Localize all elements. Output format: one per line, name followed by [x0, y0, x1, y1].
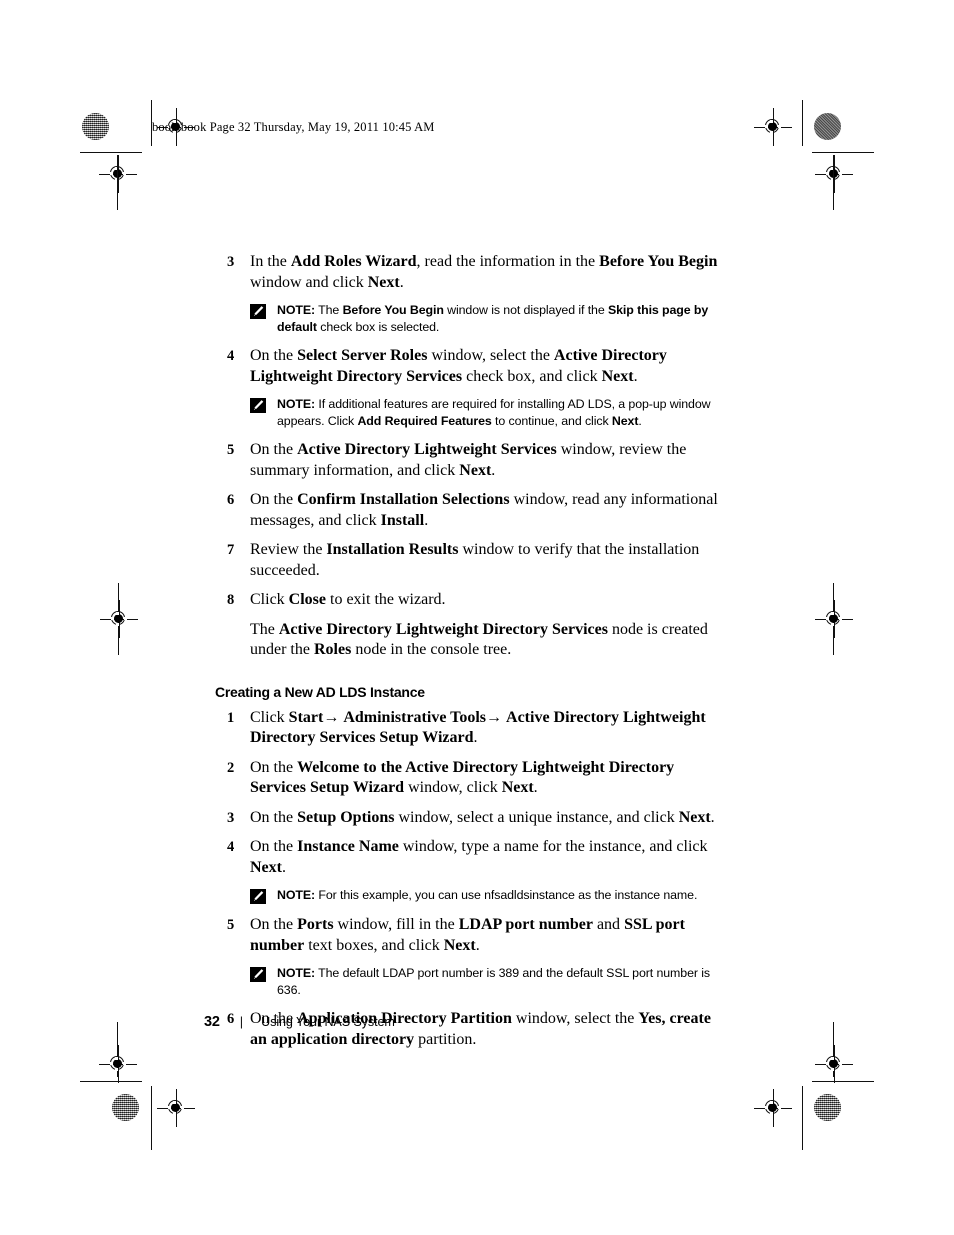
registration-target-lower-left-inner [99, 1045, 137, 1083]
step-number: 4 [227, 348, 235, 364]
step-number: 3 [227, 809, 235, 826]
note-body: NOTE: For this example, you can use nfsa… [277, 887, 725, 904]
step-text: In the Add Roles Wizard, read the inform… [250, 253, 718, 291]
step-number: 7 [227, 542, 235, 558]
pencil-icon [250, 967, 266, 982]
reg-rule-bottom-left-horizontal [80, 1081, 142, 1082]
step-text: Click Close to exit the wizard. [250, 591, 446, 608]
step-number: 6 [227, 492, 235, 508]
note-body: NOTE: The default LDAP port number is 38… [277, 965, 725, 998]
reg-rule-upper-left-stem [117, 155, 118, 210]
step-number: 5 [227, 917, 235, 933]
list-item: 4 On the Instance Name window, type a na… [215, 837, 725, 878]
registration-target-mid-right [815, 600, 853, 638]
step-number: 4 [227, 839, 235, 855]
pencil-icon [250, 398, 266, 413]
file-info-header: book.book Page 32 Thursday, May 19, 2011… [152, 120, 435, 134]
list-item: 2 On the Welcome to the Active Directory… [215, 758, 725, 799]
section-heading: Creating a New AD LDS Instance [215, 683, 425, 700]
step-text: On the Select Server Roles window, selec… [250, 347, 667, 385]
note-callout: NOTE: For this example, you can use nfsa… [250, 887, 725, 904]
registration-target-mid-left [100, 600, 138, 638]
note-callout: NOTE: If additional features are require… [250, 396, 725, 429]
note-label: NOTE: [277, 888, 316, 902]
list-item: 4 On the Select Server Roles window, sel… [215, 346, 725, 387]
footer-page-number: 32 [204, 1014, 220, 1030]
page-content: 3 In the Add Roles Wizard, read the info… [215, 252, 725, 1059]
step-text: Click Start→ Administrative Tools→ Activ… [250, 708, 706, 747]
reg-rule-top-left-horizontal [80, 152, 142, 153]
registration-target-upper-left-inner [99, 155, 137, 193]
list-item: 5 On the Ports window, fill in the LDAP … [215, 915, 725, 956]
note-callout: NOTE: The default LDAP port number is 38… [250, 965, 725, 998]
step-number: 8 [227, 592, 235, 608]
registration-target-upper-right-inner [815, 155, 853, 193]
list-item: 1 Click Start→ Administrative Tools→ Act… [215, 708, 725, 749]
footer-title: Using Your NAS System [261, 1015, 395, 1029]
step-text: On the Welcome to the Active Directory L… [250, 758, 675, 797]
reg-rule-bottom-left-vertical [151, 1086, 152, 1150]
pencil-icon [250, 889, 266, 904]
halftone-dot-bottom-left [112, 1094, 139, 1121]
reg-rule-bottom-right-vertical [802, 1086, 803, 1150]
step-text: On the Instance Name window, type a name… [250, 838, 708, 876]
footer-separator: | [239, 1014, 244, 1029]
registration-target-bottom-left [157, 1089, 195, 1127]
pencil-icon [250, 304, 266, 319]
halftone-dot-top-right [814, 113, 841, 140]
halftone-dot-top-left [82, 113, 109, 140]
note-body: NOTE: The Before You Begin window is not… [277, 302, 725, 335]
step-text: On the Confirm Installation Selections w… [250, 491, 718, 529]
step-text: On the Ports window, fill in the LDAP po… [250, 916, 685, 954]
list-item: 3 On the Setup Options window, select a … [215, 808, 725, 829]
step-text: On the Setup Options window, select a un… [250, 808, 715, 826]
note-content: For this example, you can use nfsadldsin… [318, 888, 698, 902]
page-footer: 32 | Using Your NAS System [204, 1014, 395, 1030]
registration-target-top-right [754, 108, 792, 146]
note-label: NOTE: [277, 966, 316, 980]
note-label: NOTE: [277, 397, 316, 411]
reg-rule-bottom-right-horizontal [812, 1081, 874, 1082]
list-item: 5 On the Active Directory Lightweight Se… [215, 440, 725, 481]
step-text: Review the Installation Results window t… [250, 541, 700, 579]
note-content: The default LDAP port number is 389 and … [277, 966, 710, 997]
note-callout: NOTE: The Before You Begin window is not… [250, 302, 725, 335]
list-item: 6 On the Confirm Installation Selections… [215, 490, 725, 531]
halftone-dot-bottom-right [814, 1094, 841, 1121]
reg-rule-upper-right-stem [833, 155, 834, 210]
step-text: On the Active Directory Lightweight Serv… [250, 441, 687, 479]
note-body: NOTE: If additional features are require… [277, 396, 725, 429]
list-item: 8 Click Close to exit the wizard. [215, 590, 725, 611]
registration-target-lower-right-inner [815, 1045, 853, 1083]
reg-rule-mid-right-vertical [833, 583, 834, 655]
step-number: 3 [227, 254, 235, 270]
list-item: 3 In the Add Roles Wizard, read the info… [215, 252, 725, 293]
step-number: 5 [227, 442, 235, 458]
reg-rule-top-right-horizontal [812, 152, 874, 153]
note-label: NOTE: [277, 303, 316, 317]
step-number: 2 [227, 759, 235, 776]
note-content: If additional features are required for … [277, 397, 711, 428]
reg-rule-mid-left-vertical [118, 583, 119, 655]
step-number: 1 [227, 709, 235, 726]
note-content: The Before You Begin window is not displ… [277, 303, 709, 334]
step-continuation-paragraph: The Active Directory Lightweight Directo… [250, 620, 708, 659]
list-item: 7 Review the Installation Results window… [215, 540, 725, 581]
reg-rule-lower-left-stem [117, 1022, 118, 1077]
reg-rule-top-right-vertical [802, 100, 803, 146]
reg-rule-lower-right-stem [833, 1022, 834, 1077]
registration-target-bottom-right [754, 1089, 792, 1127]
